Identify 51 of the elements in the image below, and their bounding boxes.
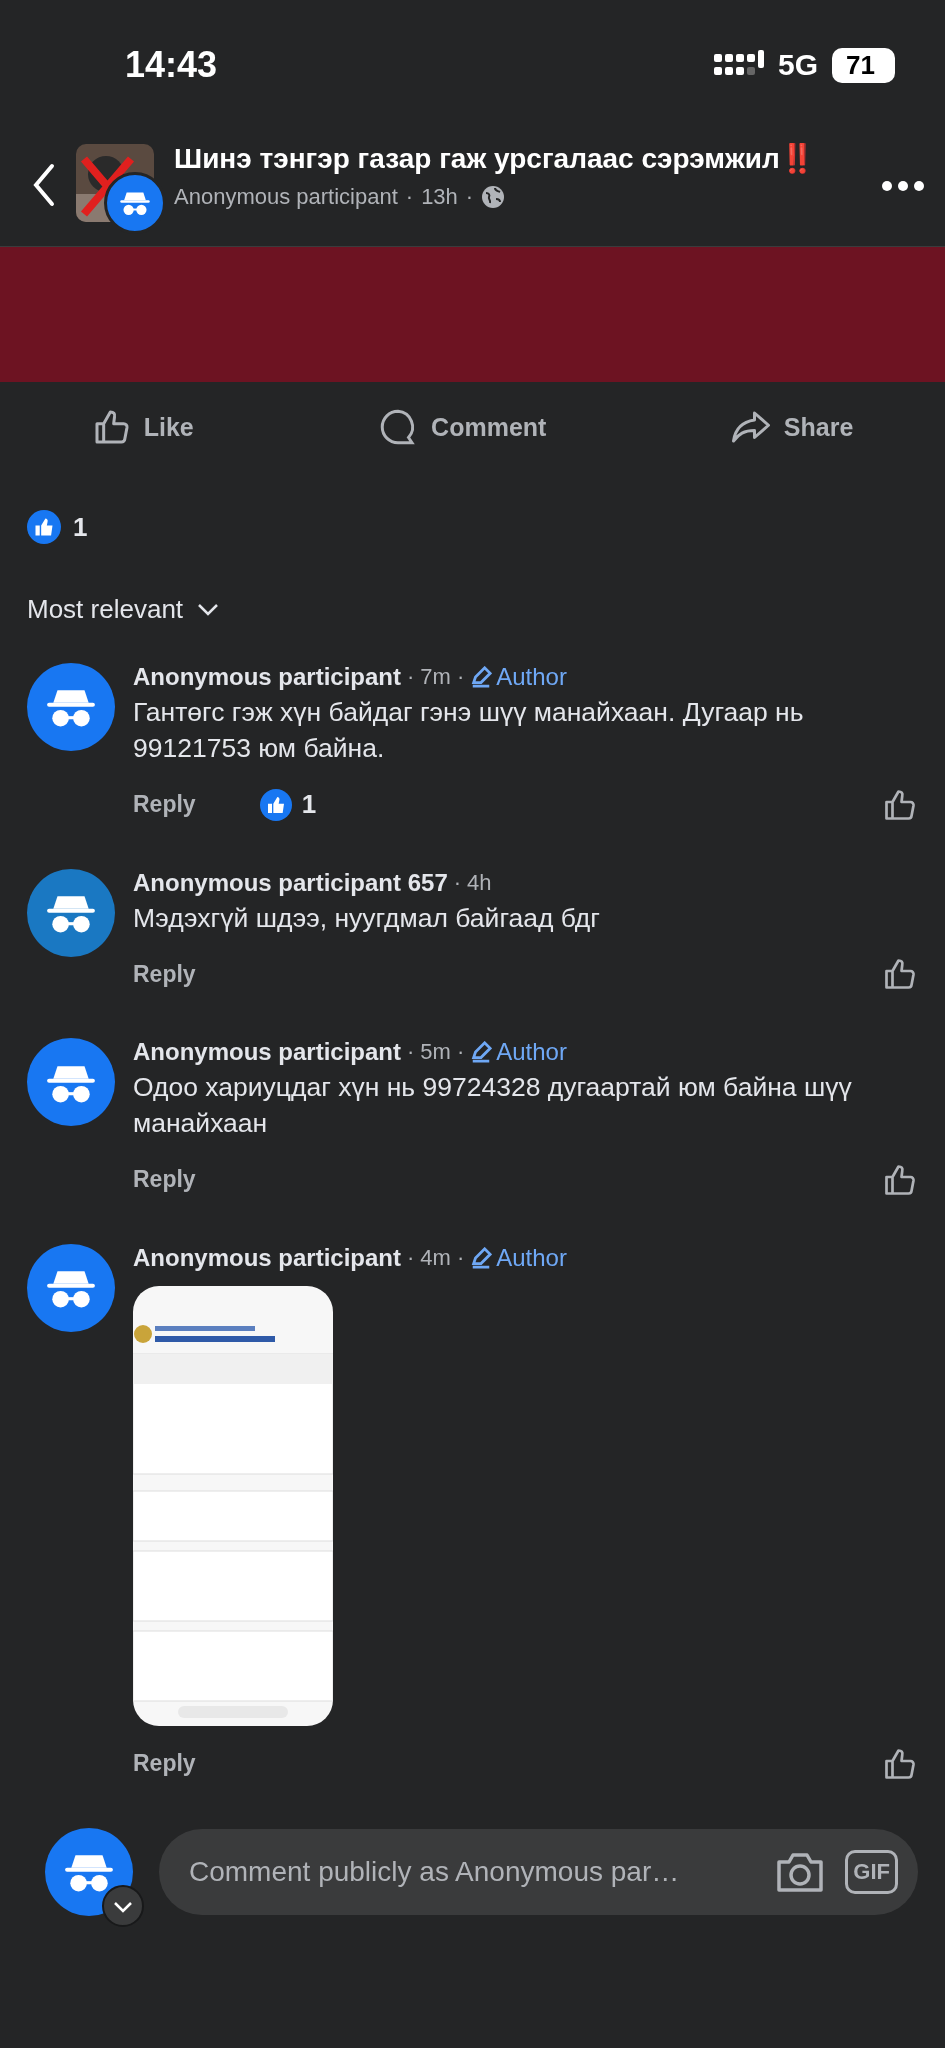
reaction-count: 1 xyxy=(73,511,88,543)
comment-time: 4h xyxy=(467,869,492,896)
clock: 14:43 xyxy=(125,44,218,86)
separator-dot: · xyxy=(407,1039,415,1066)
post-time: 13h xyxy=(421,183,458,210)
reply-button[interactable]: Reply xyxy=(133,960,196,988)
group-title: Шинэ тэнгэр газар гаж урсгалаас сэрэмжил‼ xyxy=(174,142,816,176)
comment-text: Одоо хариуцдаг хүн нь 99724328 дугаартай юм байна шүү манайхаан xyxy=(133,1071,853,1141)
comment-text: Мэдэхгүй шдээ, нуугдмал байгаад бдг xyxy=(133,901,601,935)
reply-button[interactable]: Reply xyxy=(133,1166,196,1194)
incognito-icon xyxy=(119,190,151,216)
comment-author[interactable]: Anonymous participant xyxy=(133,1038,402,1067)
pencil-icon xyxy=(470,1041,493,1064)
like-button[interactable]: Like xyxy=(85,406,200,448)
separator-dot: · xyxy=(456,1039,465,1066)
comment-time: 7m xyxy=(420,664,451,690)
comment-author[interactable]: Anonymous participant xyxy=(133,663,402,691)
comment-time: 5m xyxy=(420,1039,451,1066)
network-label: 5G xyxy=(778,48,819,82)
separator-dot: · xyxy=(407,1244,415,1271)
share-button[interactable]: Share xyxy=(723,405,860,449)
more-icon[interactable] xyxy=(881,180,925,192)
separator-dot: · xyxy=(456,664,465,690)
separator-dot: · xyxy=(465,183,474,210)
pencil-icon xyxy=(470,666,493,688)
author-label: Author xyxy=(496,1243,567,1272)
like-reaction-icon xyxy=(259,788,292,821)
comment-author[interactable]: Anonymous participant 657 xyxy=(133,868,448,897)
separator-dot: · xyxy=(405,183,414,210)
battery-level: 71 xyxy=(832,47,895,83)
separator-dot: · xyxy=(456,1244,465,1271)
comment-author[interactable]: Anonymous participant xyxy=(133,1243,402,1272)
comment-time: 4m xyxy=(420,1244,451,1271)
reply-button[interactable]: Reply xyxy=(133,791,196,819)
author-label: Author xyxy=(496,663,567,691)
sort-dropdown[interactable]: Most relevant xyxy=(27,594,220,625)
separator-dot: · xyxy=(453,869,462,896)
chevron-down-icon[interactable] xyxy=(101,1883,145,1928)
globe-icon xyxy=(481,184,506,209)
reply-button[interactable]: Reply xyxy=(133,1750,196,1778)
comment-field[interactable]: Comment publicly as Anonymous par… GIF xyxy=(159,1828,918,1915)
like-reaction-icon xyxy=(27,510,61,544)
comment-text: Гантөгс гэж хүн байдаг гэнэ шүү манайхаан. Дугаар нь 99121753 юм байна. xyxy=(133,696,805,765)
gif-button[interactable]: GIF xyxy=(845,1849,898,1894)
pencil-icon xyxy=(470,1246,493,1269)
comment-button[interactable]: Comment xyxy=(371,405,553,449)
post-author: Anonymous participant xyxy=(174,183,398,210)
author-label: Author xyxy=(496,1038,567,1067)
separator-dot: · xyxy=(407,664,415,690)
chevron-down-icon xyxy=(197,602,220,617)
comment-reaction-count: 1 xyxy=(301,789,317,821)
